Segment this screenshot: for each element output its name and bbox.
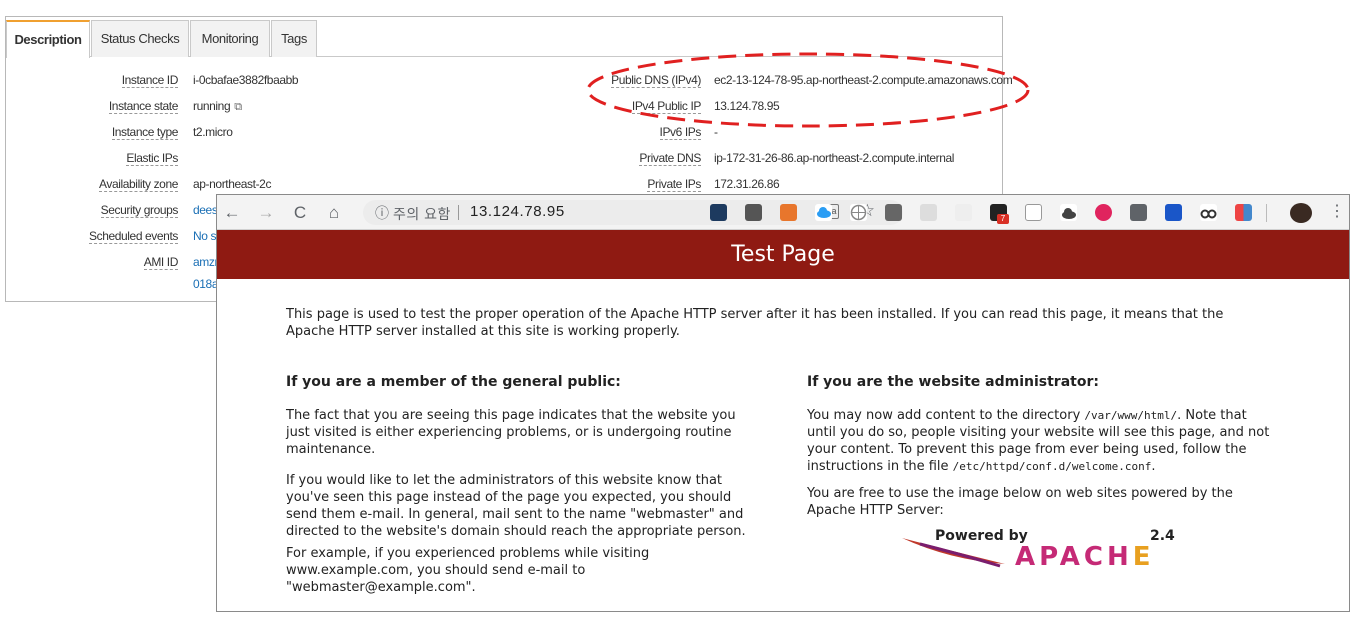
extension-badge: 7 [997, 214, 1009, 224]
field-label: Availability zone [98, 177, 178, 192]
admin-paragraph-2: You are free to use the image below on w… [807, 486, 1233, 518]
reload-icon[interactable]: C [289, 202, 311, 224]
tab-monitoring[interactable]: Monitoring [190, 20, 270, 57]
browser-window: ← → C ⌂ ⓘ 주의 요함 13.124.78.95 Ga ☆ 7 [216, 194, 1350, 612]
private-dns-value: ip-172-31-26-86.ap-northeast-2.compute.i… [714, 151, 955, 165]
copy-icon[interactable]: ⧉ [234, 101, 242, 113]
public-paragraph-2: If you would like to let the administrat… [286, 473, 746, 539]
back-arrow-icon[interactable]: ← [221, 202, 243, 224]
bookmark-icon[interactable] [1165, 204, 1182, 221]
field-label: Private IPs [647, 177, 701, 192]
cloud-icon[interactable] [815, 204, 832, 221]
apache-logo: Powered by 2.4 APACHE [900, 528, 1180, 572]
extension-icon-1[interactable] [710, 204, 727, 221]
extension-icon-2[interactable] [745, 204, 762, 221]
page-banner: Test Page [217, 230, 1349, 279]
extension-icon-12[interactable] [1095, 204, 1112, 221]
url-text[interactable]: 13.124.78.95 [470, 203, 565, 220]
home-icon[interactable]: ⌂ [323, 202, 345, 224]
ami-id-link-cont[interactable]: 018a [193, 273, 219, 295]
apache-wordmark: APACHE [1015, 542, 1155, 572]
browser-toolbar: ← → C ⌂ ⓘ 주의 요함 13.124.78.95 Ga ☆ 7 [217, 195, 1349, 230]
field-label: Security groups [100, 203, 178, 218]
instance-state-value: running ⧉ [193, 99, 242, 113]
admin-heading: If you are the website administrator: [807, 374, 1099, 390]
availability-zone-value: ap-northeast-2c [193, 177, 272, 191]
powered-by-text: Powered by [935, 528, 1028, 544]
public-heading: If you are a member of the general publi… [286, 374, 621, 390]
admin-paragraph-1: You may now add content to the directory… [807, 408, 1270, 474]
forward-arrow-icon[interactable]: → [255, 202, 277, 224]
field-label: Elastic IPs [126, 151, 178, 166]
highlight-annotation [586, 52, 1030, 128]
field-label: AMI ID [143, 255, 178, 270]
instance-id-value: i-0cbafae3882fbaabb [193, 73, 299, 87]
extension-icon-13[interactable] [1130, 204, 1147, 221]
extension-icon-8[interactable] [955, 204, 972, 221]
public-paragraph-3: For example, if you experienced problems… [286, 546, 650, 595]
public-paragraph-1: The fact that you are seeing this page i… [286, 408, 736, 457]
address-divider [458, 205, 459, 220]
tab-description[interactable]: Description [6, 20, 90, 58]
field-label: Instance state [108, 99, 178, 114]
field-label: Instance type [111, 125, 178, 140]
private-ips-value: 172.31.26.86 [714, 177, 780, 191]
field-label: Private DNS [639, 151, 701, 166]
field-label: Scheduled events [88, 229, 178, 244]
toolbar-divider [1266, 204, 1267, 222]
info-icon[interactable]: ⓘ [375, 203, 389, 223]
extension-icon-16[interactable] [1235, 204, 1252, 221]
profile-avatar[interactable] [1290, 203, 1312, 223]
glasses-icon[interactable] [1200, 204, 1217, 221]
field-label: Instance ID [121, 73, 178, 88]
intro-text: This page is used to test the proper ope… [286, 307, 1224, 339]
tab-tags[interactable]: Tags [271, 20, 317, 57]
tab-status-checks[interactable]: Status Checks [91, 20, 189, 57]
globe-icon[interactable] [850, 204, 867, 221]
cloud-dark-icon[interactable] [1060, 204, 1077, 221]
extension-icon-3[interactable] [780, 204, 797, 221]
instance-type-value: t2.micro [193, 125, 233, 139]
security-warning: 주의 요함 [393, 206, 451, 222]
menu-dots-icon[interactable]: ⋮ [1329, 201, 1345, 221]
extension-icon-7[interactable] [920, 204, 937, 221]
shield-icon[interactable] [1025, 204, 1042, 221]
page-content: This page is used to test the proper ope… [217, 279, 1349, 611]
extension-icon-6[interactable] [885, 204, 902, 221]
